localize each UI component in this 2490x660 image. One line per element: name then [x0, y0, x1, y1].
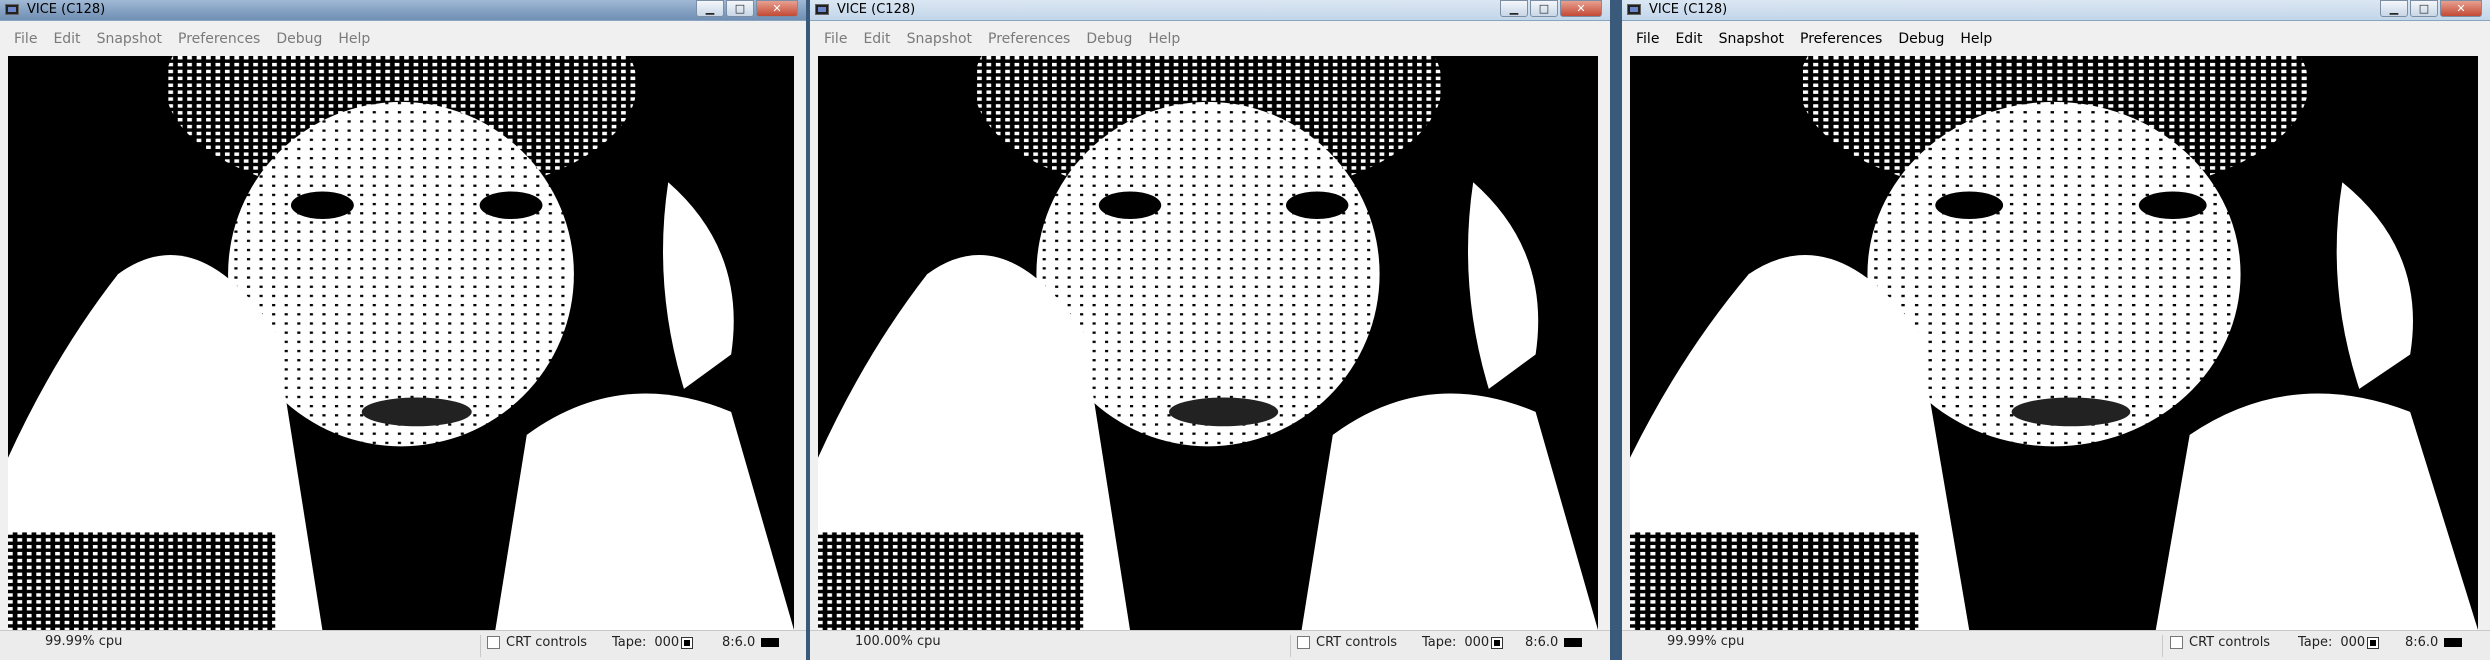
maximize-icon[interactable]: □: [2410, 0, 2438, 17]
window-title: VICE (C128): [1649, 2, 1728, 17]
tape-counter: 000: [1464, 635, 1490, 650]
menu-edit[interactable]: Edit: [1667, 31, 1710, 47]
cpu-usage: 99.99% cpu: [45, 634, 123, 649]
crt-controls[interactable]: CRT controls: [487, 635, 587, 650]
vice-app-icon: [5, 4, 19, 15]
menu-snapshot[interactable]: Snapshot: [1711, 31, 1792, 47]
status-bar: 100.00% cpu CRT controls Tape: 000 8:6.0: [810, 630, 1610, 660]
cpu-usage: 99.99% cpu: [1667, 634, 1745, 649]
crt-controls[interactable]: CRT controls: [2170, 635, 2270, 650]
dithered-portrait-image: [8, 56, 794, 630]
menu-bar: File Edit Snapshot Preferences Debug Hel…: [1622, 24, 2490, 54]
divider: [2162, 635, 2163, 657]
emulator-screen[interactable]: [8, 56, 794, 630]
menu-help[interactable]: Help: [1140, 31, 1188, 47]
dithered-portrait-image: [1630, 56, 2478, 630]
menu-file[interactable]: File: [6, 31, 45, 47]
tape-record-icon[interactable]: [1491, 636, 1504, 649]
crt-controls[interactable]: CRT controls: [1297, 635, 1397, 650]
tape-counter: 000: [2340, 635, 2366, 650]
drive-label: 8:6.0: [2405, 635, 2439, 650]
window-controls: ▁ □ ✕: [2378, 0, 2482, 17]
crt-label: CRT controls: [2189, 635, 2271, 650]
close-icon[interactable]: ✕: [1560, 0, 1602, 17]
minimize-icon[interactable]: ▁: [2380, 0, 2408, 17]
drive-led-icon: [1564, 638, 1583, 647]
tape-status: Tape: 000: [612, 635, 694, 650]
vice-window-1: VICE (C128) ▁ □ ✕ File Edit Snapshot Pre…: [0, 0, 806, 660]
window-controls: ▁ □ ✕: [694, 0, 798, 17]
status-bar: 99.99% cpu CRT controls Tape: 000 8:6.0: [1622, 630, 2490, 660]
menu-help[interactable]: Help: [330, 31, 378, 47]
close-icon[interactable]: ✕: [2440, 0, 2482, 17]
divider: [1290, 635, 1291, 657]
menu-file[interactable]: File: [816, 31, 855, 47]
vice-app-icon: [1627, 4, 1641, 15]
title-bar[interactable]: VICE (C128) ▁ □ ✕: [0, 0, 806, 21]
drive-led-icon: [2444, 638, 2463, 647]
window-title: VICE (C128): [27, 2, 106, 17]
drive-status: 8:6.0: [2405, 635, 2463, 650]
emulator-screen[interactable]: [818, 56, 1598, 630]
vice-app-icon: [815, 4, 829, 15]
minimize-icon[interactable]: ▁: [1500, 0, 1528, 17]
drive-led-icon: [761, 638, 780, 647]
tape-label: Tape:: [1422, 635, 1457, 650]
title-bar[interactable]: VICE (C128) ▁ □ ✕: [810, 0, 1610, 21]
vice-window-3: VICE (C128) ▁ □ ✕ File Edit Snapshot Pre…: [1622, 0, 2490, 660]
menu-bar: File Edit Snapshot Preferences Debug Hel…: [810, 24, 1610, 54]
drive-label: 8:6.0: [722, 635, 756, 650]
menu-edit[interactable]: Edit: [45, 31, 88, 47]
menu-snapshot[interactable]: Snapshot: [899, 31, 980, 47]
menu-preferences[interactable]: Preferences: [170, 31, 268, 47]
tape-record-icon[interactable]: [2367, 636, 2380, 649]
crt-label: CRT controls: [506, 635, 588, 650]
dithered-portrait-image: [818, 56, 1598, 630]
emulator-screen[interactable]: [1630, 56, 2478, 630]
tape-label: Tape:: [612, 635, 647, 650]
menu-debug[interactable]: Debug: [268, 31, 330, 47]
crt-label: CRT controls: [1316, 635, 1398, 650]
menu-edit[interactable]: Edit: [855, 31, 898, 47]
close-icon[interactable]: ✕: [756, 0, 798, 17]
tape-status: Tape: 000: [1422, 635, 1504, 650]
drive-label: 8:6.0: [1525, 635, 1559, 650]
tape-status: Tape: 000: [2298, 635, 2380, 650]
vice-window-2: VICE (C128) ▁ □ ✕ File Edit Snapshot Pre…: [810, 0, 1610, 660]
minimize-icon[interactable]: ▁: [696, 0, 724, 17]
divider: [480, 635, 481, 657]
crt-checkbox[interactable]: [487, 636, 500, 649]
tape-record-icon[interactable]: [681, 636, 694, 649]
menu-preferences[interactable]: Preferences: [980, 31, 1078, 47]
crt-checkbox[interactable]: [1297, 636, 1310, 649]
tape-label: Tape:: [2298, 635, 2333, 650]
menu-debug[interactable]: Debug: [1890, 31, 1952, 47]
crt-checkbox[interactable]: [2170, 636, 2183, 649]
menu-snapshot[interactable]: Snapshot: [89, 31, 170, 47]
maximize-icon[interactable]: □: [726, 0, 754, 17]
menu-file[interactable]: File: [1628, 31, 1667, 47]
tape-counter: 000: [654, 635, 680, 650]
window-title: VICE (C128): [837, 2, 916, 17]
cpu-usage: 100.00% cpu: [855, 634, 941, 649]
window-controls: ▁ □ ✕: [1498, 0, 1602, 17]
status-bar: 99.99% cpu CRT controls Tape: 000 8:6.0: [0, 630, 806, 660]
drive-status: 8:6.0: [1525, 635, 1583, 650]
maximize-icon[interactable]: □: [1530, 0, 1558, 17]
menu-help[interactable]: Help: [1952, 31, 2000, 47]
title-bar[interactable]: VICE (C128) ▁ □ ✕: [1622, 0, 2490, 21]
drive-status: 8:6.0: [722, 635, 780, 650]
menu-debug[interactable]: Debug: [1078, 31, 1140, 47]
menu-bar: File Edit Snapshot Preferences Debug Hel…: [0, 24, 806, 54]
menu-preferences[interactable]: Preferences: [1792, 31, 1890, 47]
